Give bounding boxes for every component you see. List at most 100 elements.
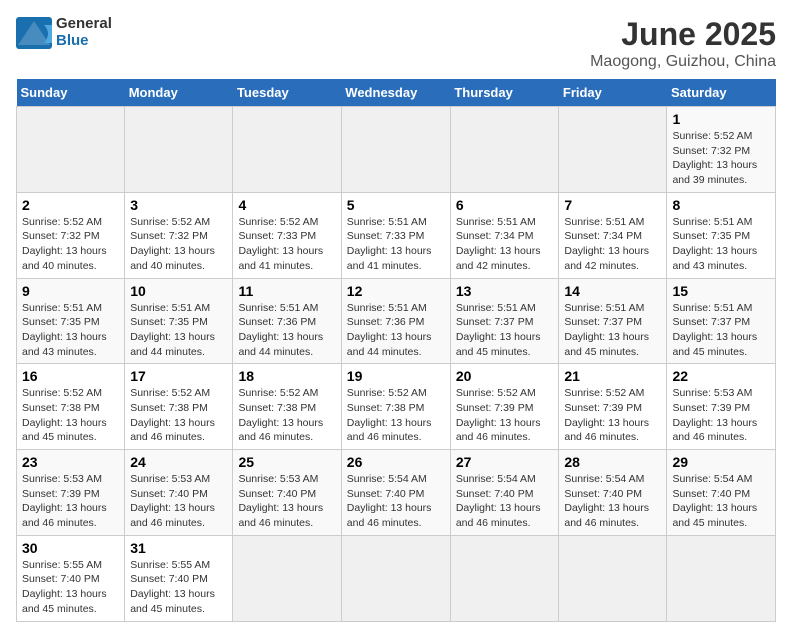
header-cell-monday: Monday bbox=[125, 79, 233, 107]
day-number: 15 bbox=[672, 283, 770, 299]
day-number: 13 bbox=[456, 283, 554, 299]
day-detail: Sunrise: 5:52 AMSunset: 7:39 PMDaylight:… bbox=[456, 387, 541, 443]
day-number: 22 bbox=[672, 368, 770, 384]
logo-general: General bbox=[56, 16, 112, 33]
day-detail: Sunrise: 5:51 AMSunset: 7:34 PMDaylight:… bbox=[456, 216, 541, 272]
day-number: 29 bbox=[672, 454, 770, 470]
day-detail: Sunrise: 5:51 AMSunset: 7:35 PMDaylight:… bbox=[130, 302, 215, 358]
calendar-cell: 29 Sunrise: 5:54 AMSunset: 7:40 PMDayligh… bbox=[667, 450, 776, 536]
day-detail: Sunrise: 5:51 AMSunset: 7:37 PMDaylight:… bbox=[672, 302, 757, 358]
day-number: 31 bbox=[130, 540, 227, 556]
day-number: 1 bbox=[672, 111, 770, 127]
day-detail: Sunrise: 5:54 AMSunset: 7:40 PMDaylight:… bbox=[672, 473, 757, 529]
header: General Blue June 2025 Maogong, Guizhou,… bbox=[16, 16, 776, 71]
day-number: 5 bbox=[347, 197, 445, 213]
calendar-cell bbox=[559, 535, 667, 621]
calendar-cell bbox=[450, 535, 559, 621]
day-number: 3 bbox=[130, 197, 227, 213]
day-detail: Sunrise: 5:51 AMSunset: 7:37 PMDaylight:… bbox=[456, 302, 541, 358]
calendar-body: 1 Sunrise: 5:52 AMSunset: 7:32 PMDaylight… bbox=[17, 107, 776, 622]
calendar-cell: 23Sunrise: 5:53 AMSunset: 7:39 PMDayligh… bbox=[17, 450, 125, 536]
day-detail: Sunrise: 5:51 AMSunset: 7:37 PMDaylight:… bbox=[564, 302, 649, 358]
calendar-week-row: 30 Sunrise: 5:55 AMSunset: 7:40 PMDayligh… bbox=[17, 535, 776, 621]
day-detail: Sunrise: 5:54 AMSunset: 7:40 PMDaylight:… bbox=[347, 473, 432, 529]
calendar-cell bbox=[17, 107, 125, 193]
calendar-cell: 15 Sunrise: 5:51 AMSunset: 7:37 PMDayligh… bbox=[667, 278, 776, 364]
calendar-cell bbox=[559, 107, 667, 193]
day-detail: Sunrise: 5:52 AMSunset: 7:38 PMDaylight:… bbox=[130, 387, 215, 443]
calendar-cell: 12Sunrise: 5:51 AMSunset: 7:36 PMDayligh… bbox=[341, 278, 450, 364]
calendar-cell: 8Sunrise: 5:51 AMSunset: 7:35 PMDaylight… bbox=[667, 192, 776, 278]
calendar-cell bbox=[341, 107, 450, 193]
calendar-cell: 1 Sunrise: 5:52 AMSunset: 7:32 PMDaylight… bbox=[667, 107, 776, 193]
day-detail: Sunrise: 5:52 AMSunset: 7:38 PMDaylight:… bbox=[238, 387, 323, 443]
calendar-cell: 24Sunrise: 5:53 AMSunset: 7:40 PMDayligh… bbox=[125, 450, 233, 536]
calendar-cell: 17 Sunrise: 5:52 AMSunset: 7:38 PMDayligh… bbox=[125, 364, 233, 450]
calendar-cell: 16Sunrise: 5:52 AMSunset: 7:38 PMDayligh… bbox=[17, 364, 125, 450]
day-number: 10 bbox=[130, 283, 227, 299]
logo-blue: Blue bbox=[56, 33, 112, 50]
calendar-cell: 10 Sunrise: 5:51 AMSunset: 7:35 PMDayligh… bbox=[125, 278, 233, 364]
calendar-cell: 22 Sunrise: 5:53 AMSunset: 7:39 PMDayligh… bbox=[667, 364, 776, 450]
page-subtitle: Maogong, Guizhou, China bbox=[590, 53, 776, 71]
day-number: 9 bbox=[22, 283, 119, 299]
calendar-cell: 7Sunrise: 5:51 AMSunset: 7:34 PMDaylight… bbox=[559, 192, 667, 278]
day-detail: Sunrise: 5:51 AMSunset: 7:36 PMDaylight:… bbox=[238, 302, 323, 358]
header-cell-sunday: Sunday bbox=[17, 79, 125, 107]
day-detail: Sunrise: 5:55 AMSunset: 7:40 PMDaylight:… bbox=[22, 559, 107, 615]
day-number: 23 bbox=[22, 454, 119, 470]
day-number: 14 bbox=[564, 283, 661, 299]
day-number: 11 bbox=[238, 283, 335, 299]
calendar-cell: 19Sunrise: 5:52 AMSunset: 7:38 PMDayligh… bbox=[341, 364, 450, 450]
calendar-cell bbox=[667, 535, 776, 621]
logo-icon bbox=[16, 17, 52, 49]
day-detail: Sunrise: 5:54 AMSunset: 7:40 PMDaylight:… bbox=[456, 473, 541, 529]
calendar-cell bbox=[450, 107, 559, 193]
day-detail: Sunrise: 5:52 AMSunset: 7:32 PMDaylight:… bbox=[672, 130, 757, 186]
calendar-cell: 20 Sunrise: 5:52 AMSunset: 7:39 PMDayligh… bbox=[450, 364, 559, 450]
calendar-cell: 9 Sunrise: 5:51 AMSunset: 7:35 PMDaylight… bbox=[17, 278, 125, 364]
calendar-cell: 2 Sunrise: 5:52 AMSunset: 7:32 PMDaylight… bbox=[17, 192, 125, 278]
day-number: 20 bbox=[456, 368, 554, 384]
day-detail: Sunrise: 5:52 AMSunset: 7:32 PMDaylight:… bbox=[130, 216, 215, 272]
calendar-cell: 18 Sunrise: 5:52 AMSunset: 7:38 PMDayligh… bbox=[233, 364, 341, 450]
header-cell-friday: Friday bbox=[559, 79, 667, 107]
calendar-table: SundayMondayTuesdayWednesdayThursdayFrid… bbox=[16, 79, 776, 622]
day-number: 25 bbox=[238, 454, 335, 470]
calendar-week-row: 9 Sunrise: 5:51 AMSunset: 7:35 PMDaylight… bbox=[17, 278, 776, 364]
day-detail: Sunrise: 5:52 AMSunset: 7:38 PMDaylight:… bbox=[22, 387, 107, 443]
day-number: 2 bbox=[22, 197, 119, 213]
day-detail: Sunrise: 5:51 AMSunset: 7:36 PMDaylight:… bbox=[347, 302, 432, 358]
header-cell-tuesday: Tuesday bbox=[233, 79, 341, 107]
calendar-header-row: SundayMondayTuesdayWednesdayThursdayFrid… bbox=[17, 79, 776, 107]
calendar-cell bbox=[341, 535, 450, 621]
day-number: 17 bbox=[130, 368, 227, 384]
day-detail: Sunrise: 5:54 AMSunset: 7:40 PMDaylight:… bbox=[564, 473, 649, 529]
calendar-cell: 27 Sunrise: 5:54 AMSunset: 7:40 PMDayligh… bbox=[450, 450, 559, 536]
day-number: 18 bbox=[238, 368, 335, 384]
day-number: 30 bbox=[22, 540, 119, 556]
calendar-cell: 28 Sunrise: 5:54 AMSunset: 7:40 PMDayligh… bbox=[559, 450, 667, 536]
day-detail: Sunrise: 5:52 AMSunset: 7:39 PMDaylight:… bbox=[564, 387, 649, 443]
day-detail: Sunrise: 5:51 AMSunset: 7:33 PMDaylight:… bbox=[347, 216, 432, 272]
calendar-cell: 13 Sunrise: 5:51 AMSunset: 7:37 PMDayligh… bbox=[450, 278, 559, 364]
day-detail: Sunrise: 5:53 AMSunset: 7:40 PMDaylight:… bbox=[130, 473, 215, 529]
header-cell-wednesday: Wednesday bbox=[341, 79, 450, 107]
calendar-cell: 4 Sunrise: 5:52 AMSunset: 7:33 PMDaylight… bbox=[233, 192, 341, 278]
day-detail: Sunrise: 5:53 AMSunset: 7:39 PMDaylight:… bbox=[672, 387, 757, 443]
day-number: 28 bbox=[564, 454, 661, 470]
calendar-week-row: 23Sunrise: 5:53 AMSunset: 7:39 PMDayligh… bbox=[17, 450, 776, 536]
day-number: 27 bbox=[456, 454, 554, 470]
day-number: 4 bbox=[238, 197, 335, 213]
day-detail: Sunrise: 5:51 AMSunset: 7:35 PMDaylight:… bbox=[22, 302, 107, 358]
calendar-cell: 25Sunrise: 5:53 AMSunset: 7:40 PMDayligh… bbox=[233, 450, 341, 536]
calendar-cell: 31Sunrise: 5:55 AMSunset: 7:40 PMDayligh… bbox=[125, 535, 233, 621]
logo: General Blue bbox=[16, 16, 112, 49]
calendar-cell: 11 Sunrise: 5:51 AMSunset: 7:36 PMDayligh… bbox=[233, 278, 341, 364]
day-detail: Sunrise: 5:51 AMSunset: 7:34 PMDaylight:… bbox=[564, 216, 649, 272]
calendar-cell: 14 Sunrise: 5:51 AMSunset: 7:37 PMDayligh… bbox=[559, 278, 667, 364]
day-detail: Sunrise: 5:51 AMSunset: 7:35 PMDaylight:… bbox=[672, 216, 757, 272]
header-cell-saturday: Saturday bbox=[667, 79, 776, 107]
day-detail: Sunrise: 5:52 AMSunset: 7:33 PMDaylight:… bbox=[238, 216, 323, 272]
day-detail: Sunrise: 5:52 AMSunset: 7:32 PMDaylight:… bbox=[22, 216, 107, 272]
